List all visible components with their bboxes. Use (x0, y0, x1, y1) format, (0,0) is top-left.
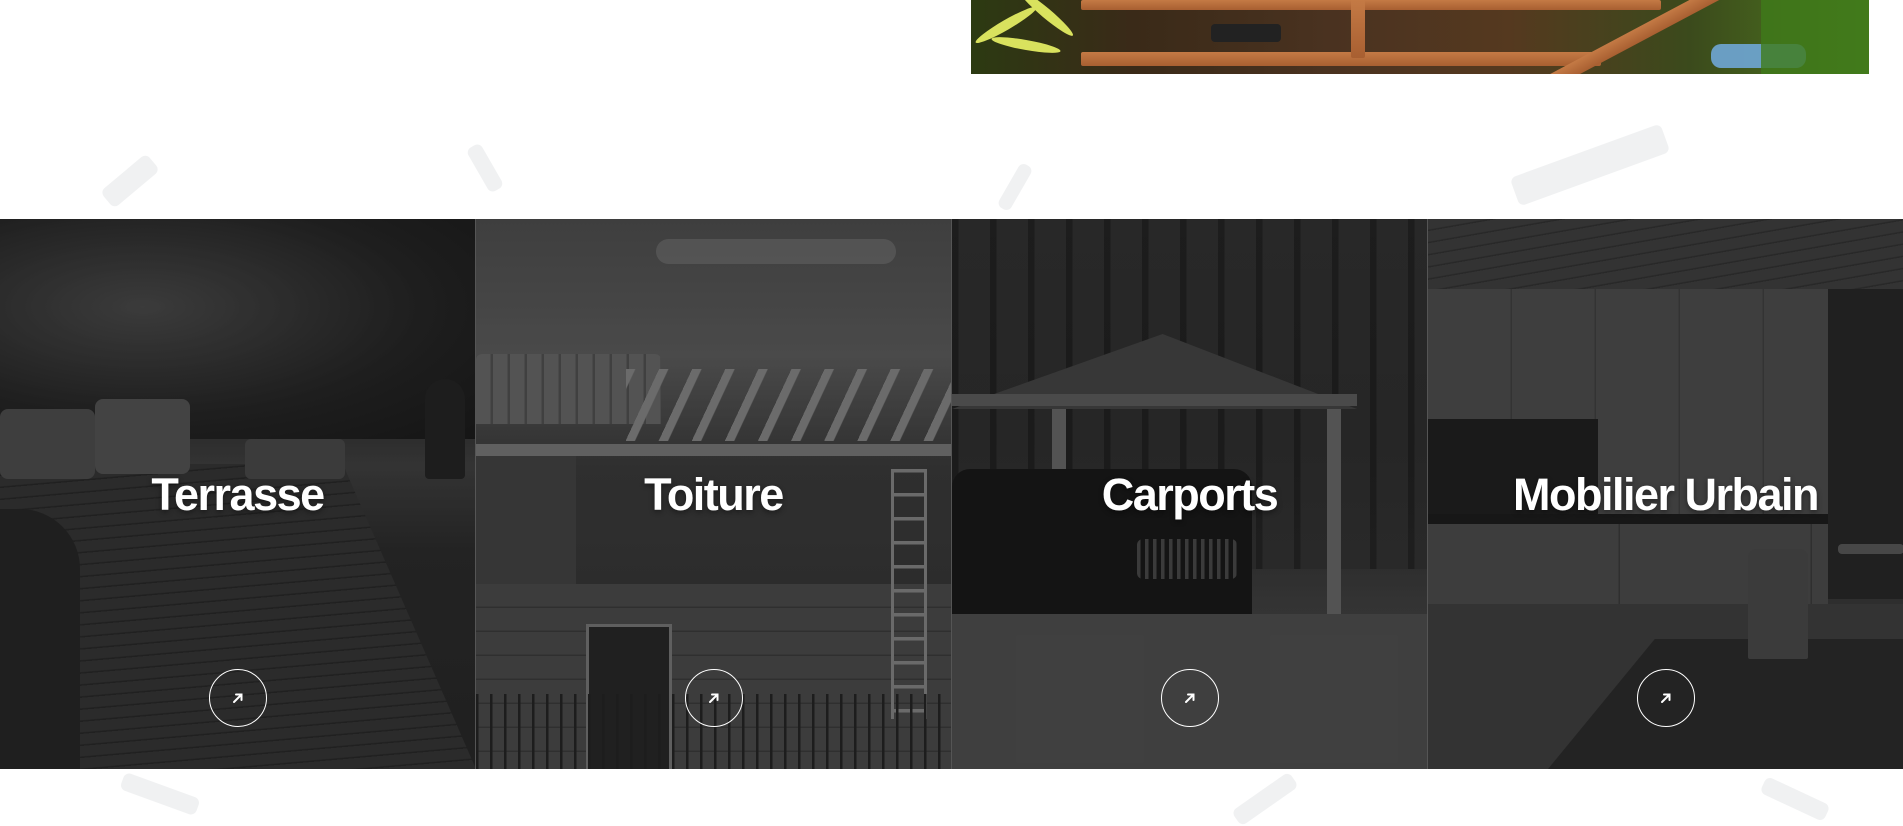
category-title: Toiture (644, 469, 784, 520)
arrow-up-right-icon (232, 693, 242, 703)
category-card-terrasse[interactable]: Terrasse (0, 219, 476, 769)
category-title: Carports (1101, 469, 1279, 520)
category-link-button[interactable] (684, 669, 743, 727)
category-link-button[interactable] (1160, 669, 1219, 727)
watermark-decoration (1509, 123, 1671, 207)
watermark-decoration (1231, 771, 1299, 826)
category-strip: Terrasse Toiture Carports Mobilier Urbai… (0, 219, 1903, 769)
watermark-decoration (99, 153, 161, 209)
category-link-button[interactable] (1636, 669, 1695, 727)
watermark-decoration (1759, 776, 1831, 822)
category-card-mobilier-urbain[interactable]: Mobilier Urbain (1428, 219, 1903, 769)
watermark-decoration (465, 142, 505, 194)
category-link-button[interactable] (208, 669, 267, 727)
garden-planter-photo (971, 0, 1869, 74)
watermark-decoration (996, 161, 1034, 213)
category-title: Mobilier Urbain (1512, 469, 1820, 520)
arrow-up-right-icon (708, 693, 718, 703)
category-card-toiture[interactable]: Toiture (476, 219, 952, 769)
watermark-decoration (119, 771, 201, 817)
arrow-up-right-icon (1660, 693, 1670, 703)
arrow-up-right-icon (1184, 693, 1194, 703)
category-card-carports[interactable]: Carports (952, 219, 1428, 769)
category-title: Terrasse (151, 469, 325, 520)
